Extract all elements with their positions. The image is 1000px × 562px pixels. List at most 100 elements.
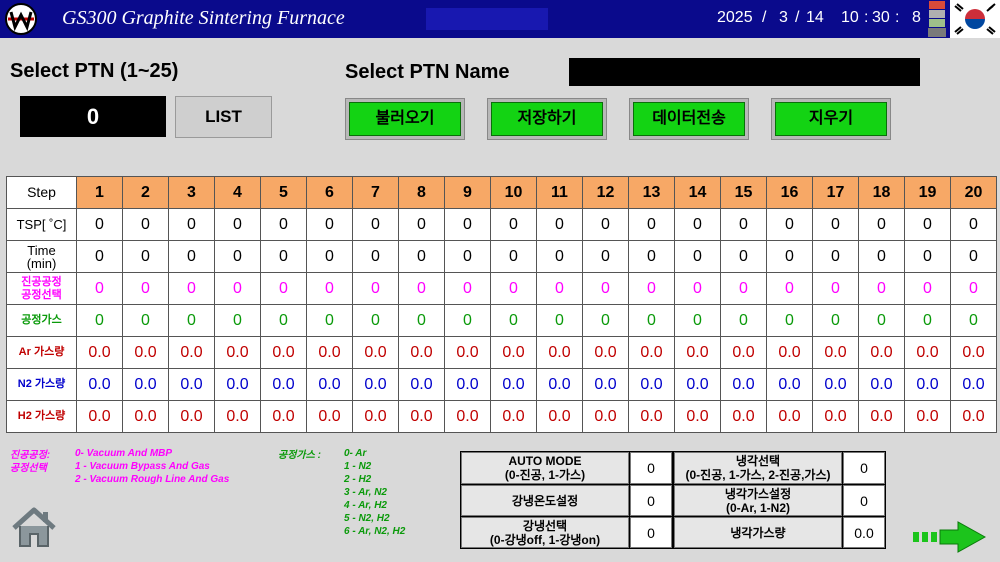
vacuum-process-cell[interactable]: 0 bbox=[444, 272, 491, 305]
vacuum-process-cell[interactable]: 0 bbox=[628, 272, 675, 305]
n2-gas-cell[interactable]: 0.0 bbox=[628, 368, 675, 401]
h2-gas-cell[interactable]: 0.0 bbox=[628, 400, 675, 433]
process-gas-cell[interactable]: 0 bbox=[858, 304, 905, 337]
time-cell[interactable]: 0 bbox=[858, 240, 905, 273]
process-gas-cell[interactable]: 0 bbox=[444, 304, 491, 337]
process-gas-cell[interactable]: 0 bbox=[168, 304, 215, 337]
tsp-cell[interactable]: 0 bbox=[674, 208, 721, 241]
rapid-cool-temp-input[interactable]: 0 bbox=[630, 485, 672, 516]
n2-gas-cell[interactable]: 0.0 bbox=[858, 368, 905, 401]
next-page-arrow-icon[interactable] bbox=[913, 521, 986, 553]
h2-gas-cell[interactable]: 0.0 bbox=[214, 400, 261, 433]
vacuum-process-cell[interactable]: 0 bbox=[858, 272, 905, 305]
process-gas-cell[interactable]: 0 bbox=[674, 304, 721, 337]
vacuum-process-cell[interactable]: 0 bbox=[398, 272, 445, 305]
h2-gas-cell[interactable]: 0.0 bbox=[260, 400, 307, 433]
n2-gas-cell[interactable]: 0.0 bbox=[720, 368, 767, 401]
ar-gas-cell[interactable]: 0.0 bbox=[766, 336, 813, 369]
time-cell[interactable]: 0 bbox=[122, 240, 169, 273]
n2-gas-cell[interactable]: 0.0 bbox=[306, 368, 353, 401]
ptn-number-input[interactable]: 0 bbox=[20, 96, 166, 137]
h2-gas-cell[interactable]: 0.0 bbox=[582, 400, 629, 433]
h2-gas-cell[interactable]: 0.0 bbox=[904, 400, 951, 433]
tsp-cell[interactable]: 0 bbox=[766, 208, 813, 241]
korea-flag-icon[interactable] bbox=[950, 0, 1000, 38]
n2-gas-cell[interactable]: 0.0 bbox=[674, 368, 721, 401]
n2-gas-cell[interactable]: 0.0 bbox=[122, 368, 169, 401]
n2-gas-cell[interactable]: 0.0 bbox=[214, 368, 261, 401]
n2-gas-cell[interactable]: 0.0 bbox=[168, 368, 215, 401]
time-cell[interactable]: 0 bbox=[950, 240, 997, 273]
ar-gas-cell[interactable]: 0.0 bbox=[812, 336, 859, 369]
time-cell[interactable]: 0 bbox=[674, 240, 721, 273]
h2-gas-cell[interactable]: 0.0 bbox=[536, 400, 583, 433]
n2-gas-cell[interactable]: 0.0 bbox=[352, 368, 399, 401]
tsp-cell[interactable]: 0 bbox=[812, 208, 859, 241]
process-gas-cell[interactable]: 0 bbox=[398, 304, 445, 337]
tsp-cell[interactable]: 0 bbox=[720, 208, 767, 241]
tsp-cell[interactable]: 0 bbox=[260, 208, 307, 241]
process-gas-cell[interactable]: 0 bbox=[306, 304, 353, 337]
ar-gas-cell[interactable]: 0.0 bbox=[352, 336, 399, 369]
time-cell[interactable]: 0 bbox=[398, 240, 445, 273]
h2-gas-cell[interactable]: 0.0 bbox=[766, 400, 813, 433]
ar-gas-cell[interactable]: 0.0 bbox=[122, 336, 169, 369]
vacuum-process-cell[interactable]: 0 bbox=[260, 272, 307, 305]
tsp-cell[interactable]: 0 bbox=[536, 208, 583, 241]
h2-gas-cell[interactable]: 0.0 bbox=[76, 400, 123, 433]
time-cell[interactable]: 0 bbox=[490, 240, 537, 273]
ar-gas-cell[interactable]: 0.0 bbox=[214, 336, 261, 369]
vacuum-process-cell[interactable]: 0 bbox=[536, 272, 583, 305]
h2-gas-cell[interactable]: 0.0 bbox=[306, 400, 353, 433]
process-gas-cell[interactable]: 0 bbox=[260, 304, 307, 337]
ptn-name-field[interactable] bbox=[569, 58, 920, 86]
ar-gas-cell[interactable]: 0.0 bbox=[674, 336, 721, 369]
ar-gas-cell[interactable]: 0.0 bbox=[582, 336, 629, 369]
list-button[interactable]: LIST bbox=[175, 96, 272, 138]
save-button[interactable]: 저장하기 bbox=[487, 98, 607, 140]
n2-gas-cell[interactable]: 0.0 bbox=[766, 368, 813, 401]
vacuum-process-cell[interactable]: 0 bbox=[76, 272, 123, 305]
tsp-cell[interactable]: 0 bbox=[168, 208, 215, 241]
tsp-cell[interactable]: 0 bbox=[628, 208, 675, 241]
time-cell[interactable]: 0 bbox=[904, 240, 951, 273]
vacuum-process-cell[interactable]: 0 bbox=[490, 272, 537, 305]
ar-gas-cell[interactable]: 0.0 bbox=[444, 336, 491, 369]
tsp-cell[interactable]: 0 bbox=[122, 208, 169, 241]
home-icon[interactable] bbox=[10, 506, 58, 550]
ar-gas-cell[interactable]: 0.0 bbox=[306, 336, 353, 369]
time-cell[interactable]: 0 bbox=[260, 240, 307, 273]
ar-gas-cell[interactable]: 0.0 bbox=[858, 336, 905, 369]
ar-gas-cell[interactable]: 0.0 bbox=[490, 336, 537, 369]
vacuum-process-cell[interactable]: 0 bbox=[812, 272, 859, 305]
ar-gas-cell[interactable]: 0.0 bbox=[168, 336, 215, 369]
process-gas-cell[interactable]: 0 bbox=[76, 304, 123, 337]
n2-gas-cell[interactable]: 0.0 bbox=[76, 368, 123, 401]
vacuum-process-cell[interactable]: 0 bbox=[214, 272, 261, 305]
h2-gas-cell[interactable]: 0.0 bbox=[352, 400, 399, 433]
tsp-cell[interactable]: 0 bbox=[582, 208, 629, 241]
process-gas-cell[interactable]: 0 bbox=[904, 304, 951, 337]
process-gas-cell[interactable]: 0 bbox=[812, 304, 859, 337]
n2-gas-cell[interactable]: 0.0 bbox=[582, 368, 629, 401]
n2-gas-cell[interactable]: 0.0 bbox=[444, 368, 491, 401]
n2-gas-cell[interactable]: 0.0 bbox=[536, 368, 583, 401]
time-cell[interactable]: 0 bbox=[444, 240, 491, 273]
n2-gas-cell[interactable]: 0.0 bbox=[260, 368, 307, 401]
tsp-cell[interactable]: 0 bbox=[214, 208, 261, 241]
ar-gas-cell[interactable]: 0.0 bbox=[950, 336, 997, 369]
h2-gas-cell[interactable]: 0.0 bbox=[490, 400, 537, 433]
vacuum-process-cell[interactable]: 0 bbox=[352, 272, 399, 305]
vacuum-process-cell[interactable]: 0 bbox=[904, 272, 951, 305]
h2-gas-cell[interactable]: 0.0 bbox=[950, 400, 997, 433]
vacuum-process-cell[interactable]: 0 bbox=[306, 272, 353, 305]
ar-gas-cell[interactable]: 0.0 bbox=[904, 336, 951, 369]
clear-button[interactable]: 지우기 bbox=[771, 98, 891, 140]
h2-gas-cell[interactable]: 0.0 bbox=[812, 400, 859, 433]
vacuum-process-cell[interactable]: 0 bbox=[582, 272, 629, 305]
cooling-gas-set-input[interactable]: 0 bbox=[843, 485, 885, 516]
time-cell[interactable]: 0 bbox=[812, 240, 859, 273]
tsp-cell[interactable]: 0 bbox=[950, 208, 997, 241]
process-gas-cell[interactable]: 0 bbox=[720, 304, 767, 337]
ar-gas-cell[interactable]: 0.0 bbox=[398, 336, 445, 369]
